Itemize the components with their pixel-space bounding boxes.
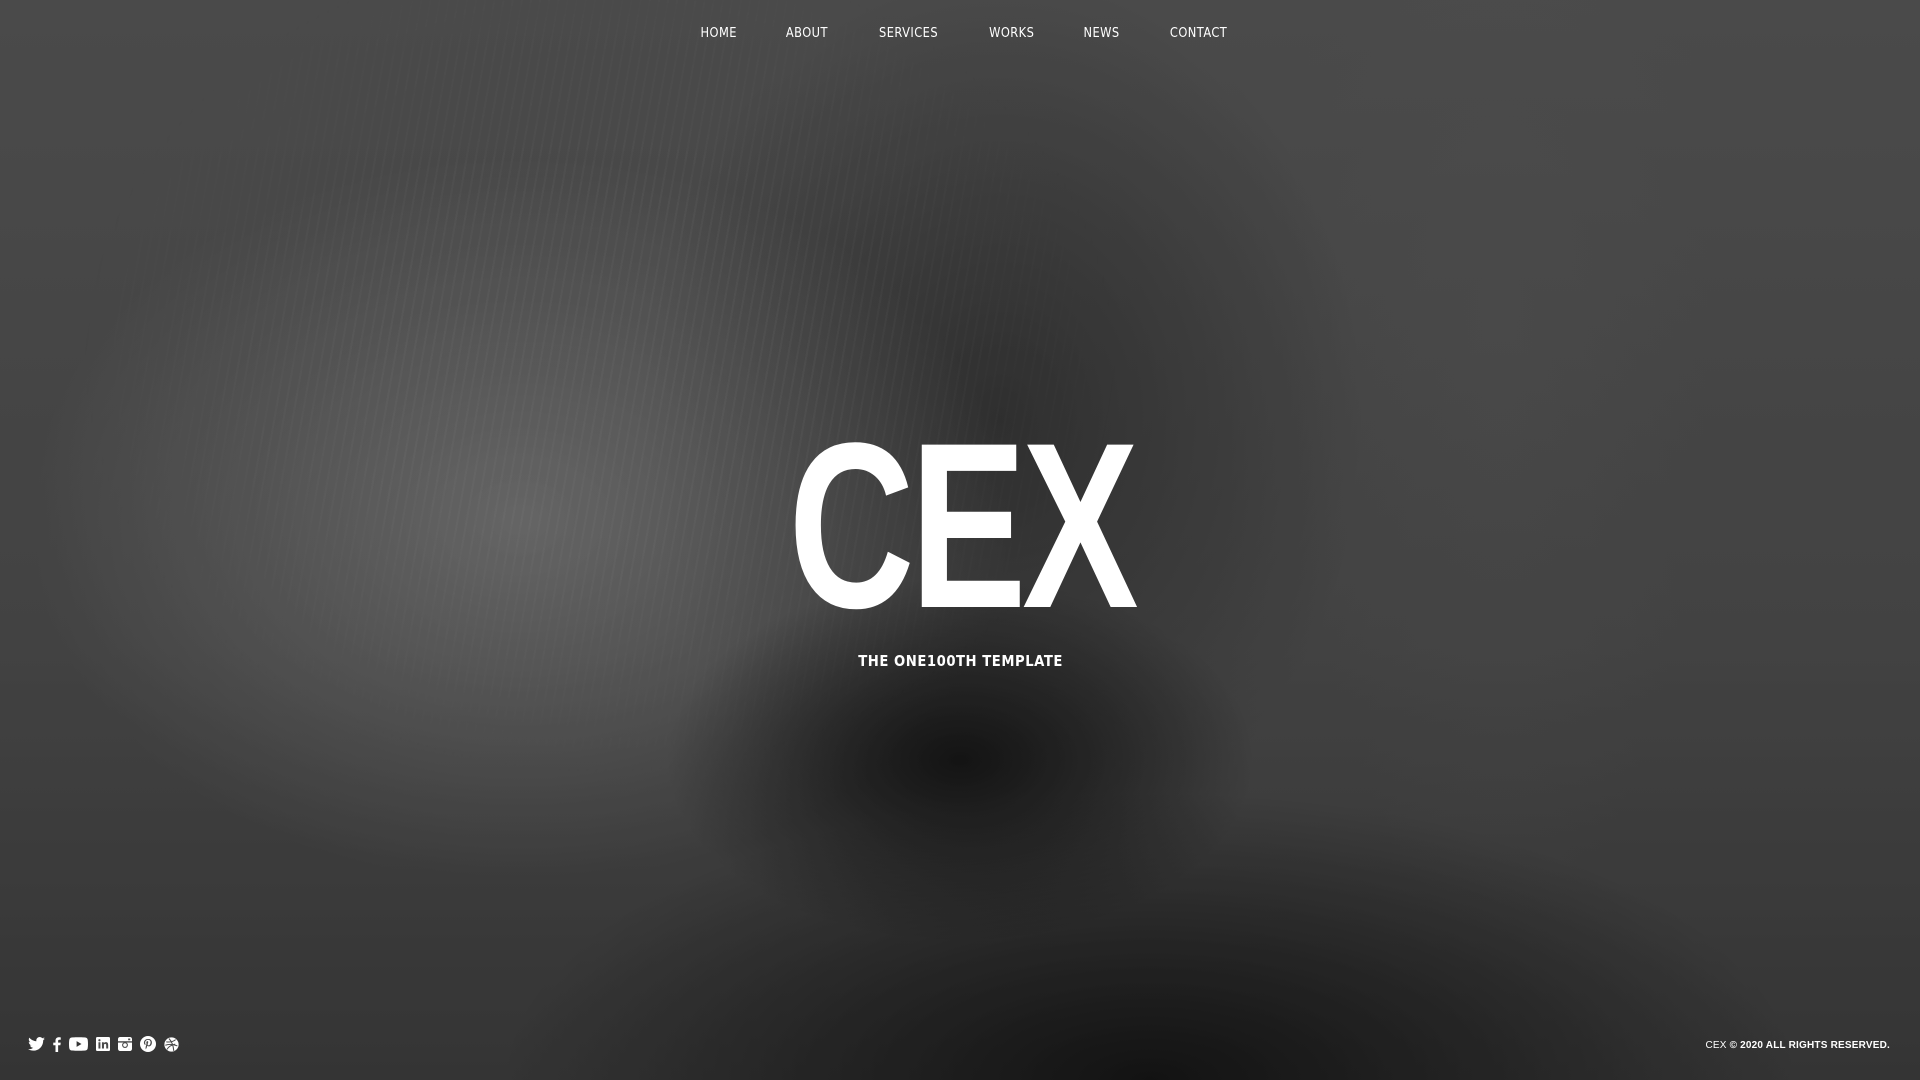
footer-brand: CEX — [1705, 1040, 1727, 1051]
nav-item-about[interactable]: ABOUT — [767, 24, 848, 44]
nav-item-works[interactable]: WORKS — [970, 24, 1054, 44]
linkedin-icon[interactable] — [96, 1034, 110, 1054]
footer-copyright-text: © 2020 ALL RIGHTS RESERVED. — [1729, 1040, 1890, 1051]
page: HOME ABOUT SERVICES WORKS NEWS CONTACT C… — [0, 0, 1920, 1080]
copyright-notice: CEX © 2020 ALL RIGHTS RESERVED. — [1705, 1038, 1890, 1054]
hero-subtitle: THE ONE100TH TEMPLATE — [858, 652, 1063, 670]
social-links — [28, 1034, 179, 1054]
hero-title: CEX — [788, 394, 1138, 658]
nav-item-news[interactable]: NEWS — [1064, 24, 1139, 44]
twitter-icon[interactable] — [28, 1034, 45, 1054]
facebook-icon[interactable] — [53, 1034, 61, 1054]
pinterest-icon[interactable] — [140, 1034, 156, 1054]
dribbble-icon[interactable] — [164, 1034, 179, 1054]
youtube-icon[interactable] — [69, 1034, 88, 1054]
nav-item-contact[interactable]: CONTACT — [1151, 24, 1247, 44]
nav-item-services[interactable]: SERVICES — [859, 24, 957, 44]
main-navigation: HOME ABOUT SERVICES WORKS NEWS CONTACT — [0, 24, 1920, 44]
instagram-icon[interactable] — [118, 1034, 132, 1054]
nav-item-home[interactable]: HOME — [681, 24, 756, 44]
